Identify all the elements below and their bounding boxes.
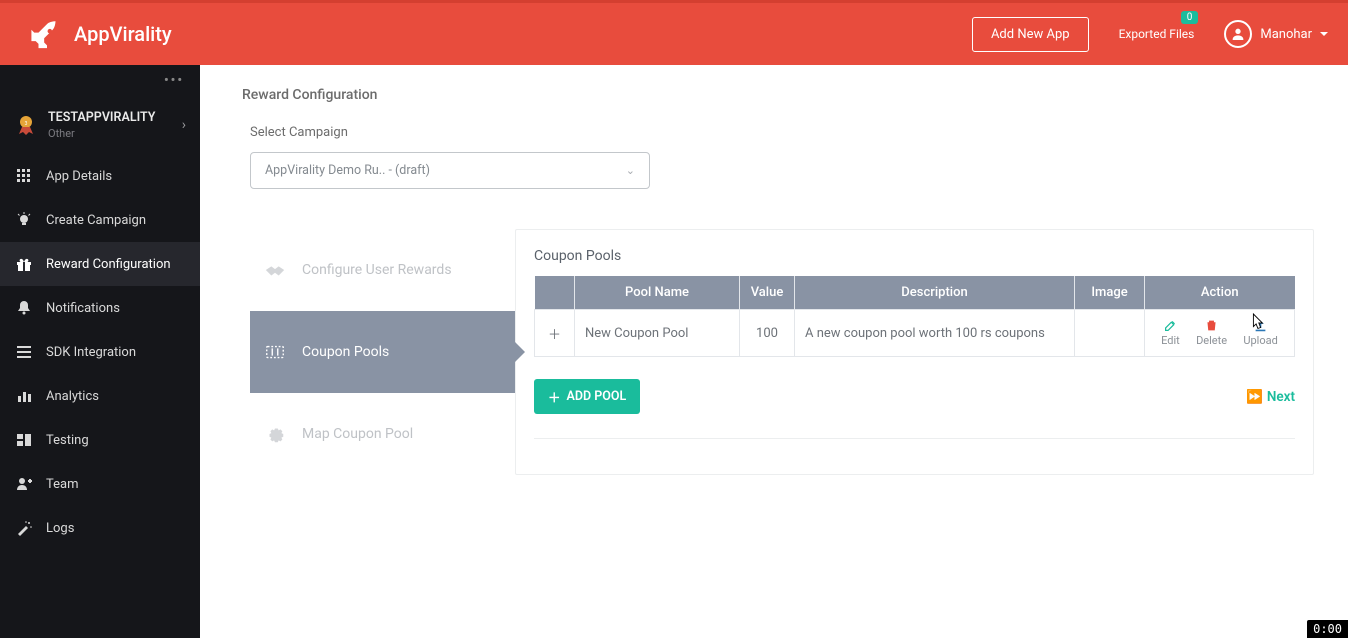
topbar-right: Add New App 0 Exported Files Manohar (972, 17, 1328, 52)
coupon-pools-panel: Coupon Pools Pool Name Value Description… (515, 229, 1314, 475)
sidebar-item-label: Logs (46, 521, 74, 536)
brand-name: AppVirality (74, 22, 172, 46)
sidebar-collapse-icon[interactable]: ••• (0, 65, 200, 96)
cell-pool-name: New Coupon Pool (575, 310, 740, 357)
time-badge: 0:00 (1307, 620, 1348, 638)
chart-icon (16, 388, 32, 404)
grid-icon (16, 168, 32, 184)
edit-icon (1164, 319, 1177, 332)
sidebar-item-team[interactable]: Team (0, 462, 200, 506)
sidebar-item-label: Notifications (46, 301, 120, 316)
table-header-action: Action (1145, 276, 1295, 310)
step-label: Coupon Pools (302, 344, 389, 360)
sidebar-item-label: SDK Integration (46, 345, 136, 360)
exported-files-badge: 0 (1181, 11, 1199, 24)
table-header-pool-name: Pool Name (575, 276, 740, 310)
sidebar-item-reward-configuration[interactable]: Reward Configuration (0, 242, 200, 286)
sidebar-item-notifications[interactable]: Notifications (0, 286, 200, 330)
action-label: Edit (1161, 334, 1180, 347)
exported-files-link[interactable]: 0 Exported Files (1119, 27, 1195, 41)
app-selector[interactable]: 3 TESTAPPVIRALITY Other › (0, 96, 200, 154)
add-pool-button[interactable]: ＋ ADD POOL (534, 379, 640, 414)
edit-button[interactable]: Edit (1161, 319, 1180, 347)
steps-sidebar: Configure User Rewards Coupon Pools Map … (250, 229, 515, 475)
table-header-value: Value (740, 276, 795, 310)
gift-icon (16, 256, 32, 272)
app-selector-subtitle: Other (48, 127, 155, 140)
topbar: AppVirality Add New App 0 Exported Files… (0, 0, 1348, 65)
campaign-selected-value: AppVirality Demo Ru.. - (draft) (265, 163, 430, 178)
step-map-coupon-pool[interactable]: Map Coupon Pool (250, 393, 515, 475)
table-header-description: Description (795, 276, 1075, 310)
campaign-selector-block: Select Campaign AppVirality Demo Ru.. - … (200, 103, 1348, 189)
user-add-icon (16, 476, 32, 492)
coupon-pools-table: Pool Name Value Description Image Action… (534, 276, 1295, 357)
campaign-label: Select Campaign (250, 125, 1348, 140)
cell-description: A new coupon pool worth 100 rs coupons (795, 310, 1075, 357)
trash-icon (1205, 319, 1218, 332)
sidebar-item-create-campaign[interactable]: Create Campaign (0, 198, 200, 242)
brand-logo[interactable]: AppVirality (30, 17, 172, 51)
panel-title: Coupon Pools (534, 248, 1295, 264)
plus-icon: ＋ (548, 328, 561, 343)
chevron-down-icon: ⌄ (626, 164, 635, 177)
add-pool-label: ADD POOL (567, 389, 627, 404)
forward-icon: ⏩ (1246, 389, 1263, 405)
handshake-icon (264, 259, 286, 281)
main-content: Reward Configuration Select Campaign App… (200, 65, 1348, 638)
sidebar-item-sdk-integration[interactable]: SDK Integration (0, 330, 200, 374)
step-coupon-pools[interactable]: Coupon Pools (250, 311, 515, 393)
table-row: ＋ New Coupon Pool 100 A new coupon pool … (535, 310, 1295, 357)
svg-text:3: 3 (25, 121, 28, 127)
cell-value: 100 (740, 310, 795, 357)
cell-action: Edit Delete Upload (1145, 310, 1295, 357)
list-icon (16, 344, 32, 360)
action-label: Upload (1243, 334, 1277, 347)
upload-icon (1254, 319, 1267, 332)
upload-button[interactable]: Upload (1243, 319, 1277, 347)
coupon-icon (264, 341, 286, 363)
page-title: Reward Configuration (200, 65, 1348, 103)
step-configure-user-rewards[interactable]: Configure User Rewards (250, 229, 515, 311)
campaign-select[interactable]: AppVirality Demo Ru.. - (draft) ⌄ (250, 152, 650, 189)
user-name-label: Manohar (1260, 27, 1312, 42)
delete-button[interactable]: Delete (1196, 319, 1227, 347)
app-selector-title: TESTAPPVIRALITY (48, 110, 155, 125)
sidebar-item-testing[interactable]: Testing (0, 418, 200, 462)
sidebar-item-analytics[interactable]: Analytics (0, 374, 200, 418)
bell-icon (16, 300, 32, 316)
divider (534, 438, 1295, 439)
magic-icon (16, 520, 32, 536)
user-menu[interactable]: Manohar (1224, 20, 1328, 48)
dashboard-icon (16, 432, 32, 448)
action-label: Delete (1196, 334, 1227, 347)
sidebar-item-label: Analytics (46, 389, 99, 404)
table-header-image: Image (1075, 276, 1145, 310)
sidebar: ••• 3 TESTAPPVIRALITY Other › App Detail… (0, 65, 200, 638)
step-label: Map Coupon Pool (302, 426, 413, 442)
step-label: Configure User Rewards (302, 262, 452, 278)
sidebar-item-label: Team (46, 477, 79, 492)
row-expand-button[interactable]: ＋ (535, 310, 575, 357)
lightbulb-icon (16, 212, 32, 228)
chevron-down-icon (1320, 32, 1328, 36)
sidebar-item-label: App Details (46, 169, 112, 184)
gear-icon (264, 423, 286, 445)
sidebar-item-logs[interactable]: Logs (0, 506, 200, 550)
sidebar-item-label: Testing (46, 433, 89, 448)
table-header-blank (535, 276, 575, 310)
next-label: Next (1267, 389, 1295, 405)
sidebar-item-label: Reward Configuration (46, 257, 171, 272)
sidebar-item-app-details[interactable]: App Details (0, 154, 200, 198)
avatar-icon (1224, 20, 1252, 48)
add-new-app-button[interactable]: Add New App (972, 17, 1089, 52)
exported-files-label: Exported Files (1119, 27, 1195, 41)
medal-icon: 3 (14, 113, 38, 137)
sidebar-item-label: Create Campaign (46, 213, 146, 228)
rocket-icon (30, 17, 64, 51)
plus-icon: ＋ (548, 387, 561, 406)
chevron-right-icon: › (182, 117, 186, 133)
next-link[interactable]: ⏩ Next (1246, 389, 1295, 405)
cell-image (1075, 310, 1145, 357)
